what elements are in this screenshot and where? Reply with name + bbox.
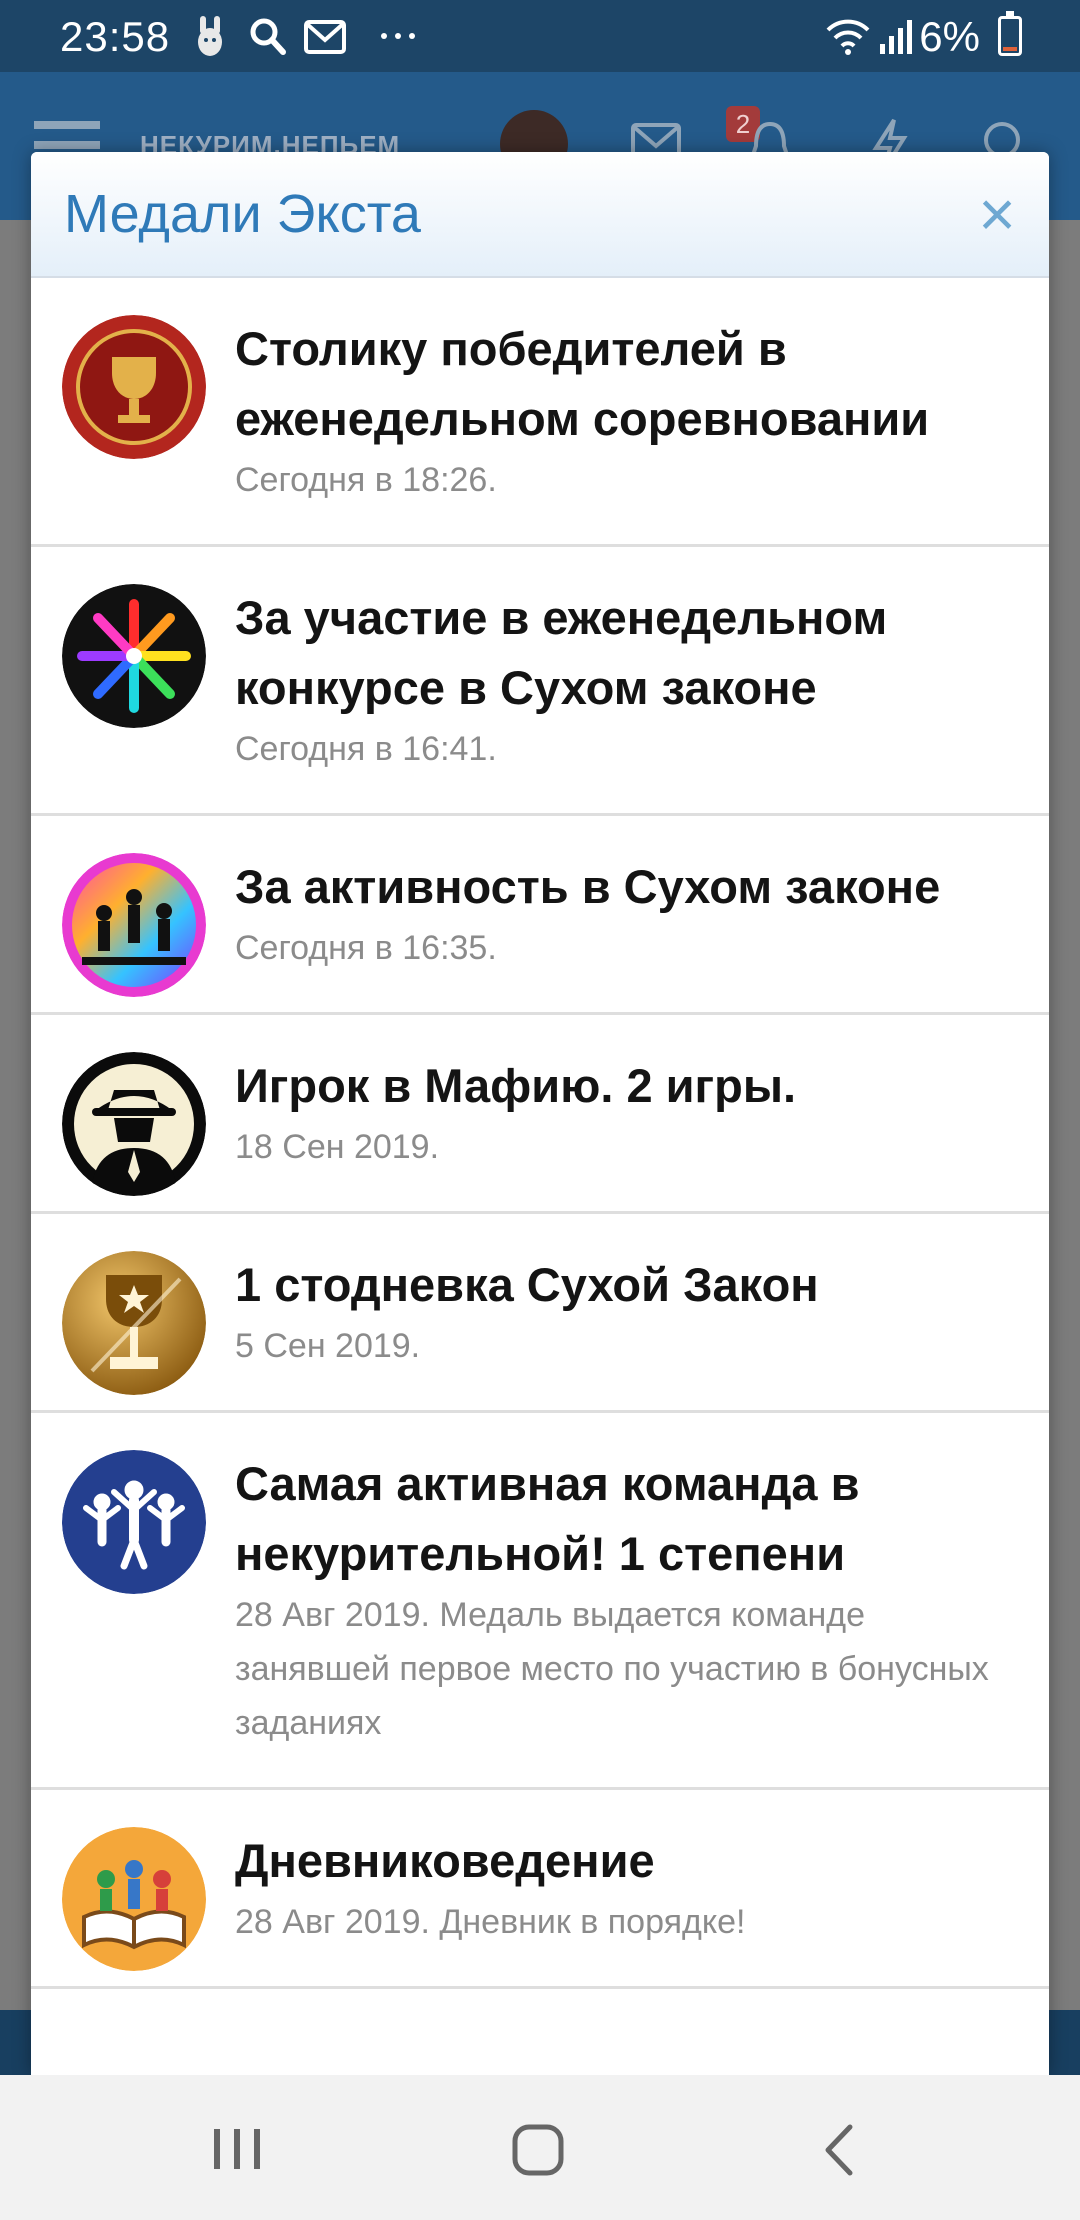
modal-header: Медали Экста × [31, 152, 1049, 278]
medal-title: Дневниковедение [235, 1834, 655, 1887]
battery-percent: 6% [919, 13, 980, 60]
medal-title: За участие в еженедельном конкурсе в Сух… [235, 591, 888, 714]
status-time: 23:58 [60, 13, 171, 60]
modal-title: Медали Экста [64, 184, 421, 244]
medal-meta: Сегодня в 16:35. [235, 929, 497, 967]
mafia-medal-icon [62, 1052, 206, 1196]
trophy-medal-icon [62, 315, 206, 459]
back-button[interactable] [806, 2115, 876, 2185]
medal-list: Столику победителей в еженедельном сорев… [31, 278, 1049, 1989]
medal-item[interactable]: 1 стодневка Сухой Закон 5 Сен 2019. [31, 1214, 1049, 1413]
mail-icon [304, 20, 346, 54]
medal-title: Самая активная команда в некурительной! … [235, 1457, 860, 1580]
medal-title: 1 стодневка Сухой Закон [235, 1258, 819, 1311]
medal-item[interactable]: Дневниковедение 28 Авг 2019. Дневник в п… [31, 1790, 1049, 1989]
medal-item[interactable]: Самая активная команда в некурительной! … [31, 1413, 1049, 1790]
team-medal-icon [62, 1450, 206, 1594]
medal-meta: 18 Сен 2019. [235, 1128, 440, 1166]
medal-title: Столику победителей в еженедельном сорев… [235, 322, 930, 445]
system-nav-bar [0, 2075, 1080, 2220]
battery-level [1003, 46, 1017, 51]
medal-title: За активность в Сухом законе [235, 860, 941, 913]
medal-meta: Сегодня в 16:41. [235, 730, 497, 768]
diary-medal-icon [62, 1827, 206, 1971]
dancers-medal-icon [62, 853, 206, 997]
rainbow-wheel-medal-icon [62, 584, 206, 728]
recent-apps-button[interactable] [202, 2115, 272, 2185]
medal-item[interactable]: Столику победителей в еженедельном сорев… [31, 278, 1049, 547]
battery-icon [998, 11, 1022, 56]
status-bar: 23:58 6% [0, 0, 1080, 72]
close-button[interactable]: × [967, 182, 1027, 246]
home-button[interactable] [503, 2115, 573, 2185]
medals-modal: Медали Экста × Столику победителей в еже… [31, 152, 1049, 2075]
medal-meta: 28 Авг 2019. Дневник в порядке! [235, 1903, 746, 1941]
search-icon [250, 18, 286, 55]
wifi-icon [826, 19, 870, 55]
app-notification-icon [198, 16, 222, 56]
gold-cup-medal-icon [62, 1251, 206, 1395]
medal-meta: 5 Сен 2019. [235, 1327, 421, 1365]
medal-title: Игрок в Мафию. 2 игры. [235, 1059, 797, 1112]
medal-item[interactable]: За активность в Сухом законе Сегодня в 1… [31, 816, 1049, 1015]
medal-item[interactable]: Игрок в Мафию. 2 игры. 18 Сен 2019. [31, 1015, 1049, 1214]
signal-icon [880, 20, 912, 54]
more-icon [381, 33, 415, 39]
medal-meta: 28 Авг 2019. Медаль выдается команде зан… [235, 1596, 989, 1742]
medal-meta: Сегодня в 18:26. [235, 461, 497, 499]
medal-item[interactable]: За участие в еженедельном конкурсе в Сух… [31, 547, 1049, 816]
